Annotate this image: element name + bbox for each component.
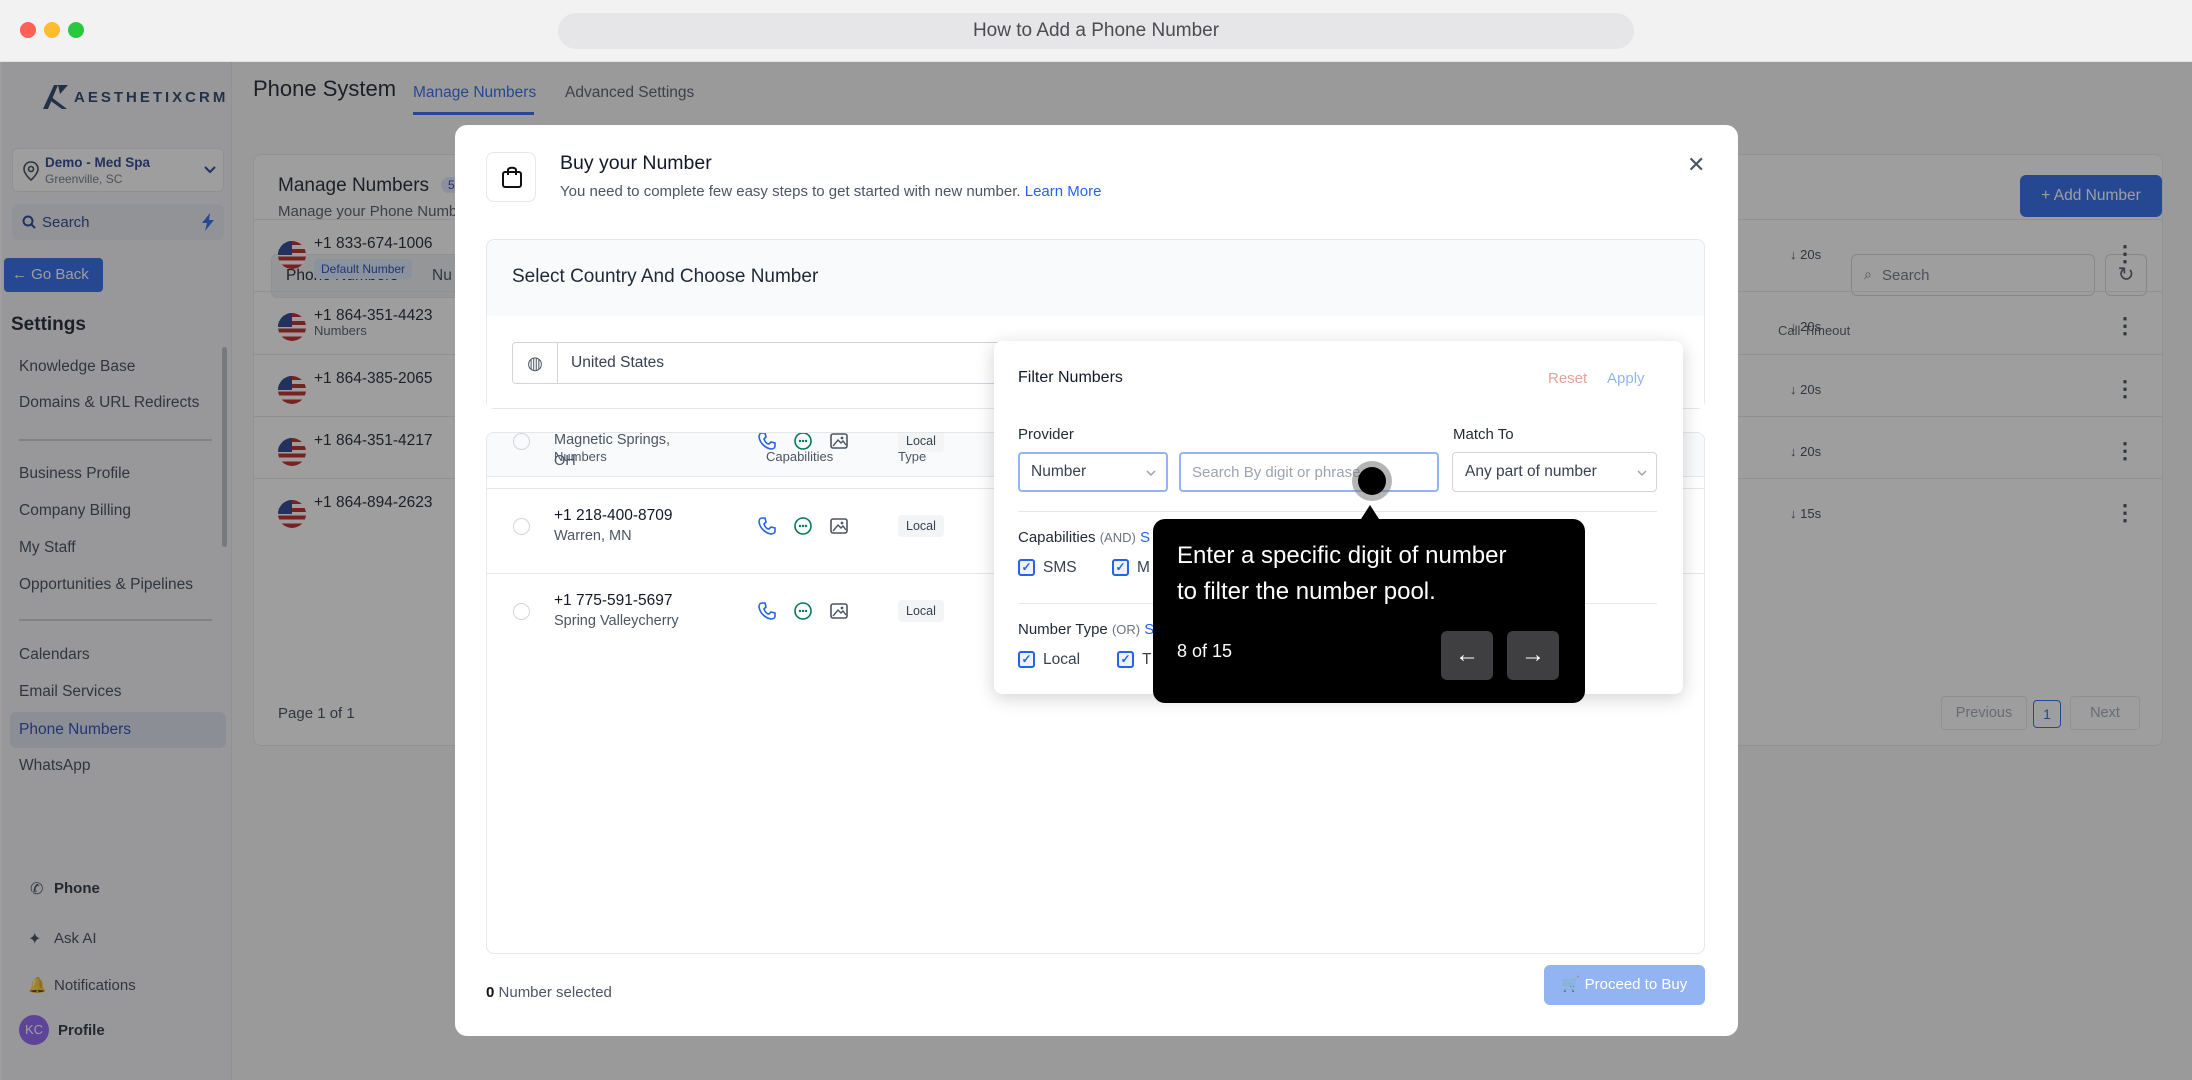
table-row-location-2: OH bbox=[554, 453, 576, 469]
tooltip-back-button[interactable]: ← bbox=[1441, 631, 1493, 680]
sms-capability-icon bbox=[793, 516, 813, 536]
checkbox-sms[interactable]: ✓ bbox=[1018, 559, 1035, 576]
type-label-text: Number Type bbox=[1018, 621, 1108, 638]
close-icon[interactable]: ✕ bbox=[1687, 152, 1705, 178]
selected-label: Number selected bbox=[498, 984, 612, 1001]
tooltip-step: 8 of 15 bbox=[1177, 641, 1233, 661]
toll-free-label: T bbox=[1142, 651, 1152, 668]
close-window-icon[interactable] bbox=[20, 22, 36, 38]
country-value: United States bbox=[571, 354, 665, 371]
row-select-radio[interactable] bbox=[513, 518, 530, 535]
selected-count: 0 bbox=[486, 984, 495, 1001]
tooltip-text: Enter a specific digit of number to filt… bbox=[1177, 538, 1507, 610]
match-to-select[interactable]: Any part of number bbox=[1452, 452, 1657, 492]
chevron-down-icon bbox=[1146, 470, 1156, 477]
cap-select-link[interactable]: S bbox=[1140, 529, 1150, 546]
shopping-bag-icon bbox=[486, 152, 536, 202]
table-row-location: Spring Valleycherry bbox=[554, 613, 679, 629]
chevron-down-icon bbox=[1637, 470, 1647, 477]
number-type-label: Number Type (OR) S bbox=[1018, 621, 1154, 638]
section-title: Select Country And Choose Number bbox=[512, 266, 819, 287]
sms-label: SMS bbox=[1043, 559, 1077, 576]
browser-chrome: How to Add a Phone Number bbox=[0, 0, 2192, 62]
mms-label: M bbox=[1137, 559, 1150, 576]
modal-subtitle: You need to complete few easy steps to g… bbox=[560, 183, 1101, 200]
type-badge: Local bbox=[898, 433, 944, 452]
modal-title: Buy your Number bbox=[560, 152, 712, 174]
match-to-label: Match To bbox=[1453, 426, 1514, 443]
tooltip-arrow bbox=[1361, 505, 1379, 519]
globe-icon: ◍ bbox=[513, 343, 558, 383]
tooltip-text-line2: to filter the number pool. bbox=[1177, 578, 1436, 605]
table-row-number: +1 775-591-5697 bbox=[554, 592, 673, 609]
row-select-radio[interactable] bbox=[513, 603, 530, 620]
filter-reset[interactable]: Reset bbox=[1548, 370, 1587, 387]
arrow-left-icon: ← bbox=[1455, 641, 1479, 668]
maximize-window-icon[interactable] bbox=[68, 22, 84, 38]
type-badge: Local bbox=[898, 600, 944, 622]
voice-capability-icon bbox=[757, 516, 777, 536]
local-label: Local bbox=[1043, 651, 1081, 668]
proceed-to-buy-button[interactable]: 🛒 Proceed to Buy bbox=[1544, 965, 1705, 1005]
provider-label: Provider bbox=[1018, 426, 1074, 443]
learn-more-link[interactable]: Learn More bbox=[1025, 183, 1102, 200]
voice-capability-icon bbox=[757, 433, 777, 451]
mms-capability-icon bbox=[829, 516, 849, 536]
tooltip-next-button[interactable]: → bbox=[1507, 631, 1559, 680]
filter-title: Filter Numbers bbox=[1018, 369, 1123, 386]
proceed-label: Proceed to Buy bbox=[1584, 976, 1688, 993]
mms-capability-icon bbox=[829, 433, 849, 451]
table-row-number: +1 218-400-8709 bbox=[554, 507, 673, 524]
modal-subtitle-text: You need to complete few easy steps to g… bbox=[560, 183, 1021, 200]
mms-capability-icon bbox=[829, 601, 849, 621]
selected-status: 0 Number selected bbox=[486, 984, 612, 1001]
checkbox-local[interactable]: ✓ bbox=[1018, 651, 1035, 668]
arrow-right-icon: → bbox=[1521, 641, 1545, 668]
col-capabilities: Capabilities bbox=[766, 449, 834, 464]
filter-divider bbox=[1018, 511, 1657, 512]
sms-capability-icon bbox=[793, 601, 813, 621]
provider-select[interactable]: Number bbox=[1018, 452, 1168, 492]
cap-label-text: Capabilities bbox=[1018, 529, 1096, 546]
row-select-radio[interactable] bbox=[513, 433, 530, 450]
digit-search-placeholder: Search By digit or phrase bbox=[1192, 464, 1361, 481]
capabilities-label: Capabilities (AND) S bbox=[1018, 529, 1150, 546]
cap-and: (AND) bbox=[1099, 530, 1136, 545]
provider-value: Number bbox=[1031, 463, 1087, 480]
address-bar[interactable]: How to Add a Phone Number bbox=[558, 13, 1634, 49]
cart-icon: 🛒 bbox=[1561, 976, 1581, 993]
filter-apply[interactable]: Apply bbox=[1607, 370, 1645, 387]
checkbox-toll-free[interactable]: ✓ bbox=[1117, 651, 1134, 668]
minimize-window-icon[interactable] bbox=[44, 22, 60, 38]
table-row-location: Magnetic Springs, bbox=[554, 432, 671, 448]
digit-search-input[interactable]: Search By digit or phrase bbox=[1179, 452, 1439, 492]
checkbox-mms[interactable]: ✓ bbox=[1112, 559, 1129, 576]
tutorial-tooltip: Enter a specific digit of number to filt… bbox=[1153, 519, 1585, 703]
match-to-value: Any part of number bbox=[1465, 463, 1597, 480]
click-indicator-dot bbox=[1358, 467, 1386, 495]
tooltip-text-line1: Enter a specific digit of number bbox=[1177, 542, 1507, 569]
table-row-location: Warren, MN bbox=[554, 528, 632, 544]
voice-capability-icon bbox=[757, 601, 777, 621]
sms-capability-icon bbox=[793, 433, 813, 451]
type-or: (OR) bbox=[1111, 622, 1141, 637]
type-badge: Local bbox=[898, 515, 944, 537]
